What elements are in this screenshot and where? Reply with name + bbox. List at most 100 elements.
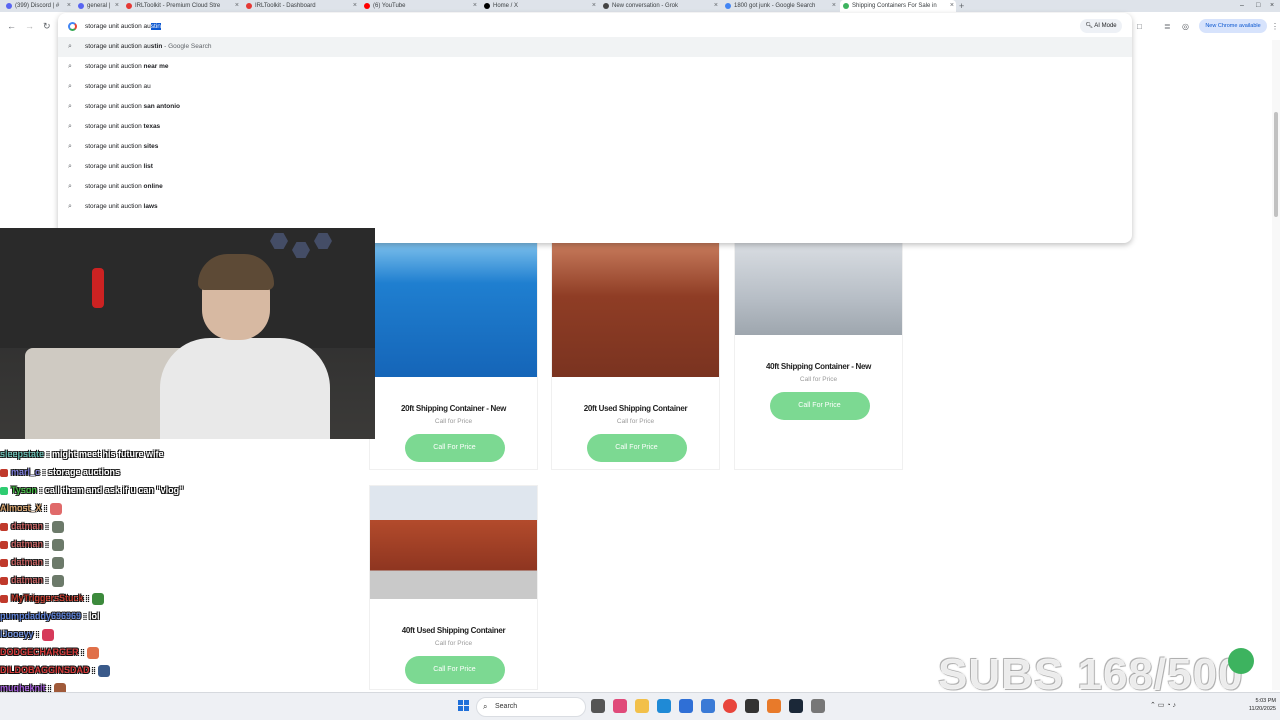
call-for-price-button[interactable]: Call For Price (586, 434, 687, 462)
file-explorer-icon[interactable] (635, 699, 649, 713)
suggestion-completion: texas (143, 123, 161, 130)
app-icon[interactable] (811, 699, 825, 713)
page-scrollbar[interactable] (1272, 40, 1280, 690)
browser-tab[interactable]: Home / X × (481, 0, 598, 12)
chat-text: : might meet his future wife (44, 449, 164, 459)
chat-username[interactable]: lJooeyy (0, 629, 34, 639)
chat-username[interactable]: sleepstate (0, 449, 44, 459)
tab-label: 1800 got junk - Google Search (734, 3, 816, 9)
tab-close-icon[interactable]: × (832, 0, 836, 12)
windows-start-icon[interactable] (458, 700, 470, 712)
product-title[interactable]: 40ft Used Shipping Container (370, 626, 537, 635)
chat-emote-icon (98, 664, 110, 677)
omnibox-suggestion[interactable]: ⌕ storage unit auction online (58, 177, 1132, 197)
suggestion-suffix: - Google Search (162, 43, 212, 50)
browser-tab[interactable]: (6) YouTube × (361, 0, 479, 12)
product-title[interactable]: 20ft Shipping Container - New (370, 404, 537, 413)
chat-message: datman : (0, 517, 64, 535)
chat-username[interactable]: MyTriggersStuck (11, 593, 84, 603)
product-image[interactable] (552, 243, 719, 377)
product-image[interactable] (370, 486, 537, 599)
maximize-icon[interactable]: □ (1256, 0, 1260, 12)
edge-icon[interactable] (657, 699, 671, 713)
call-for-price-button[interactable]: Call For Price (769, 392, 870, 420)
omnibox-suggestion[interactable]: ⌕ storage unit auction au (58, 77, 1132, 97)
browser-tab[interactable]: IRLToolkit - Premium Cloud Stre × (123, 0, 241, 12)
chat-username[interactable]: datman (11, 575, 43, 585)
scrollbar-thumb[interactable] (1274, 112, 1278, 217)
cast-icon[interactable]: □ (1137, 22, 1142, 31)
menu-icon[interactable]: ⋮ (1271, 22, 1279, 31)
chat-emote-icon (87, 646, 100, 659)
tab-close-icon[interactable]: × (473, 0, 477, 12)
chat-badge-icon (0, 558, 8, 567)
suggestion-prefix: storage unit auction (85, 123, 144, 130)
browser-tab[interactable]: (399) Discord | # × (3, 0, 73, 12)
omnibox-suggestion[interactable]: ⌕ storage unit auction texas (58, 117, 1132, 137)
tab-search-icon[interactable]: ≣ (1164, 22, 1171, 31)
tab-close-icon[interactable]: × (950, 0, 954, 12)
omnibox-suggestion[interactable]: ⌕ storage unit auction list (58, 157, 1132, 177)
taskbar-clock[interactable]: 5:03 PM 11/20/2025 (1236, 697, 1276, 713)
search-icon: ⌕ (68, 203, 72, 210)
tab-close-icon[interactable]: × (115, 0, 119, 12)
minimize-icon[interactable]: – (1240, 0, 1244, 12)
obs-icon[interactable] (745, 699, 759, 713)
browser-tab[interactable]: Shipping Containers For Sale in × (840, 0, 956, 12)
chrome-icon[interactable] (723, 699, 737, 713)
tab-close-icon[interactable]: × (592, 0, 596, 12)
chat-username[interactable]: DODGECHARGER (0, 647, 79, 657)
task-view-icon[interactable] (591, 699, 605, 713)
ai-mode-button[interactable]: 🔍︎ AI Mode (1080, 19, 1122, 33)
browser-tab[interactable]: 1800 got junk - Google Search × (722, 0, 838, 12)
chat-username[interactable]: datman (11, 539, 43, 549)
chat-username[interactable]: Almost_X (0, 503, 42, 513)
tab-close-icon[interactable]: × (714, 0, 718, 12)
tab-close-icon[interactable]: × (353, 0, 357, 12)
photos-icon[interactable] (701, 699, 715, 713)
new-tab-icon[interactable]: + (959, 0, 964, 12)
chat-emote-icon (51, 574, 64, 587)
tab-close-icon[interactable]: × (67, 0, 71, 12)
chat-username[interactable]: datman (11, 557, 43, 567)
omnibox-suggestion[interactable]: ⌕ storage unit auction near me (58, 57, 1132, 77)
browser-tab[interactable]: New conversation - Grok × (600, 0, 720, 12)
tab-close-icon[interactable]: × (235, 0, 239, 12)
chat-text: : (83, 593, 90, 603)
product-title[interactable]: 40ft Shipping Container - New (735, 362, 902, 371)
tray-icons[interactable]: ⌃ ▭ ◔ ♪ (1150, 701, 1176, 709)
chat-fab-button[interactable] (1228, 648, 1254, 674)
app-icon[interactable] (767, 699, 781, 713)
taskbar-search[interactable]: ⌕ Search (476, 697, 586, 717)
address-bar[interactable]: storage unit auction austin (58, 13, 1132, 40)
chat-username[interactable]: datman (11, 521, 43, 531)
browser-tab[interactable]: general | × (75, 0, 121, 12)
window-close-icon[interactable]: × (1270, 0, 1274, 12)
browser-tab[interactable]: IRLToolkit - Dashboard × (243, 0, 359, 12)
omnibox-suggestion[interactable]: ⌕ storage unit auction laws (58, 197, 1132, 217)
product-image[interactable] (370, 243, 537, 377)
chrome-update-button[interactable]: New Chrome available (1199, 19, 1267, 33)
omnibox-suggestion[interactable]: ⌕ storage unit auction sites (58, 137, 1132, 157)
chat-message: lJooeyy : (0, 625, 55, 643)
chat-username[interactable]: DILDOBAGGINSDAD (0, 665, 90, 675)
chat-username[interactable]: Tyson (11, 485, 37, 495)
product-image[interactable] (735, 243, 902, 335)
call-for-price-button[interactable]: Call For Price (404, 656, 505, 684)
copilot-icon[interactable] (613, 699, 627, 713)
call-for-price-button[interactable]: Call For Price (404, 434, 505, 462)
store-icon[interactable] (679, 699, 693, 713)
chat-badge-icon (0, 576, 8, 585)
product-title[interactable]: 20ft Used Shipping Container (552, 404, 719, 413)
reload-icon[interactable]: ↻ (43, 20, 51, 32)
forward-icon[interactable]: → (25, 20, 34, 32)
omnibox-suggestion[interactable]: ⌕ storage unit auction austin - Google Se… (58, 37, 1132, 57)
chat-username[interactable]: pumpdaddy696969 (0, 611, 81, 621)
steam-icon[interactable] (789, 699, 803, 713)
omnibox-suggestion[interactable]: ⌕ storage unit auction san antonio (58, 97, 1132, 117)
profile-icon[interactable]: ◎ (1182, 22, 1189, 31)
chat-emote-icon (92, 592, 105, 605)
back-icon[interactable]: ← (7, 20, 16, 32)
chat-username[interactable]: marl_c (11, 467, 40, 477)
chat-badge-icon (0, 540, 8, 549)
